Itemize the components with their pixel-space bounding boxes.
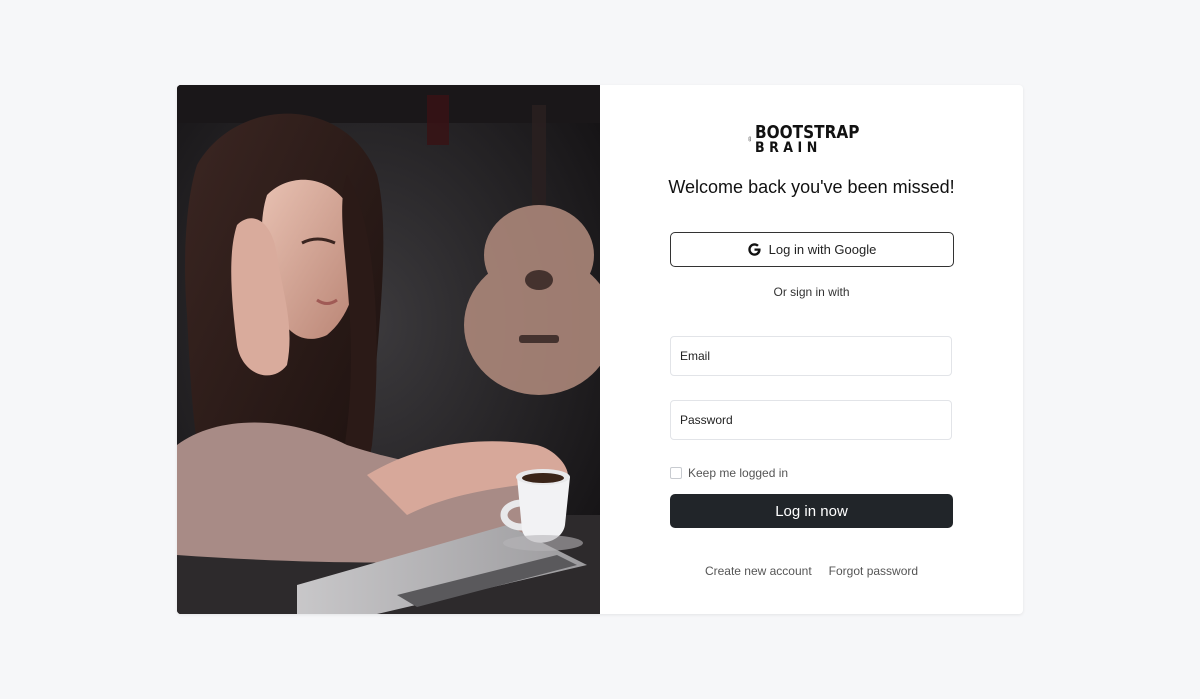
- remember-label: Keep me logged in: [688, 466, 789, 480]
- forgot-password-link[interactable]: Forgot password: [829, 564, 918, 578]
- login-button[interactable]: Log in now: [670, 494, 953, 528]
- remember-me[interactable]: Keep me logged in: [670, 466, 788, 480]
- google-login-button[interactable]: Log in with Google: [670, 232, 954, 267]
- email-field[interactable]: Email: [670, 336, 952, 376]
- google-icon: [747, 243, 761, 256]
- google-login-label: Log in with Google: [768, 242, 877, 257]
- account-links: Create new account Forgot password: [600, 564, 1023, 578]
- create-account-link[interactable]: Create new account: [705, 564, 812, 578]
- page-title: Welcome back you've been missed!: [668, 177, 955, 197]
- brand-logo: BOOTSTRAP BRAIN: [748, 118, 878, 160]
- login-card: BOOTSTRAP BRAIN Welcome back you've been…: [177, 85, 1023, 614]
- brand-line-2: BRAIN: [755, 139, 822, 156]
- brand-wordmark: BOOTSTRAP BRAIN: [755, 123, 878, 156]
- brain-icon: [748, 136, 751, 142]
- password-field[interactable]: Password: [670, 400, 952, 440]
- remember-checkbox[interactable]: [670, 467, 682, 479]
- password-placeholder: Password: [680, 413, 733, 427]
- email-placeholder: Email: [680, 349, 711, 363]
- login-form-panel: BOOTSTRAP BRAIN Welcome back you've been…: [600, 85, 1023, 614]
- hero-photo: [177, 85, 600, 614]
- photo-illustration: [177, 85, 600, 614]
- divider-text: Or sign in with: [773, 285, 850, 299]
